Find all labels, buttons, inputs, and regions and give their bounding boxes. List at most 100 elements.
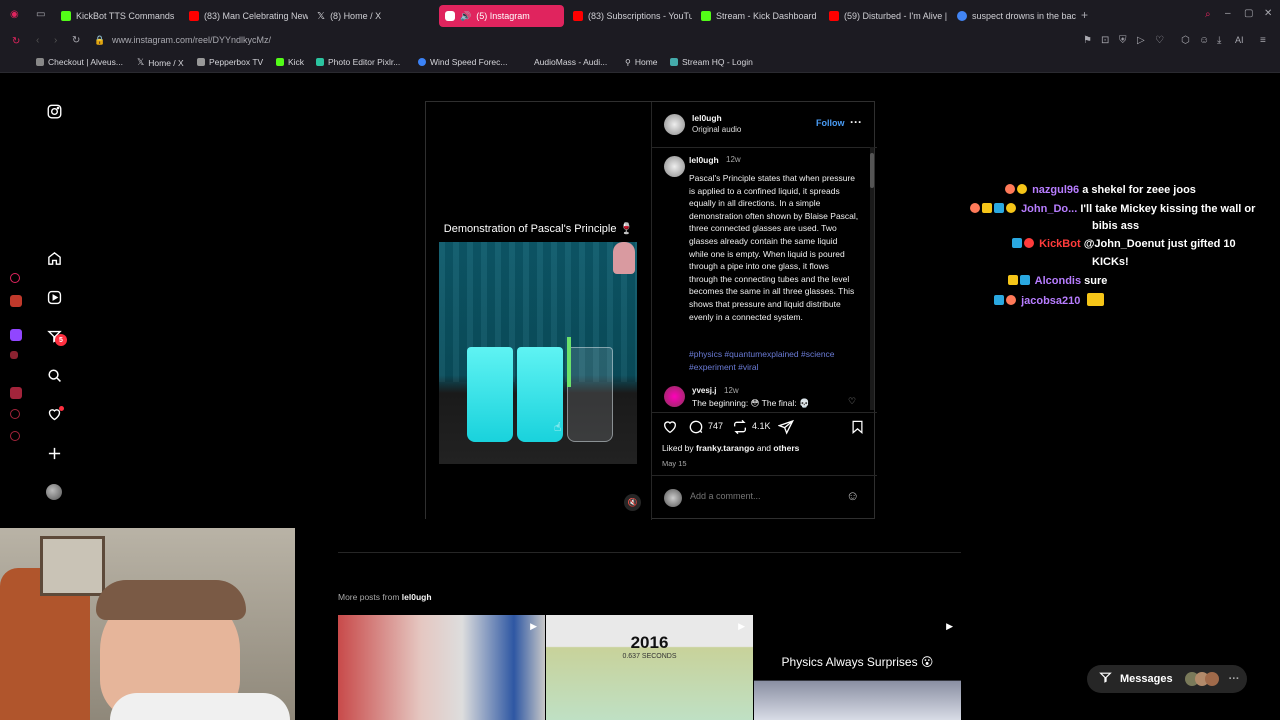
profile-avatar[interactable] xyxy=(44,482,64,502)
comments-scrollbar[interactable] xyxy=(870,147,874,410)
ai-icon[interactable]: AI xyxy=(1235,35,1244,45)
play-icon[interactable]: ▷ xyxy=(1137,35,1145,46)
profile-icon[interactable]: ☺ xyxy=(1199,35,1209,46)
bookmark-item[interactable]: 𝕏 Home / X xyxy=(137,57,184,68)
more-post-thumb-3[interactable]: Physics Always Surprises 😮 ▶ xyxy=(754,615,961,720)
comment-username[interactable]: yvesj.j xyxy=(692,386,716,395)
search-icon[interactable] xyxy=(44,365,64,385)
liked-by-user[interactable]: franky.tarango xyxy=(696,443,754,453)
save-bookmark-icon[interactable] xyxy=(850,419,865,440)
tab-youtube-disturbed[interactable]: (59) Disturbed - I'm Alive | xyxy=(823,5,948,27)
tab-kickbot[interactable]: KickBot TTS Commands xyxy=(55,5,180,27)
sidebar-app-icon[interactable] xyxy=(10,295,22,307)
repost-icon[interactable] xyxy=(732,419,748,440)
like-heart-icon[interactable] xyxy=(662,419,678,440)
shield-icon[interactable]: ⛨ xyxy=(1119,35,1127,46)
bookmark-item[interactable]: Photo Editor Pixlr... xyxy=(316,57,400,67)
search-icon[interactable]: ⌕ xyxy=(1205,9,1211,20)
liked-by-others[interactable]: others xyxy=(773,443,799,453)
avatar[interactable] xyxy=(664,386,685,407)
chat-username[interactable]: John_Do... xyxy=(1021,203,1077,215)
scrollbar-thumb[interactable] xyxy=(870,153,874,188)
tab-youtube-1[interactable]: (83) Man Celebrating New xyxy=(183,5,308,27)
chat-username[interactable]: jacobsa210 xyxy=(1021,295,1080,307)
opera-logo-icon[interactable]: ◉ xyxy=(10,9,19,20)
sidebar-app-icon[interactable] xyxy=(10,351,18,359)
tab-menu-icon[interactable]: ▭ xyxy=(36,9,45,20)
chat-username[interactable]: KickBot xyxy=(1039,238,1081,250)
messages-nav-icon[interactable]: 5 xyxy=(44,326,67,346)
follow-button[interactable]: Follow xyxy=(816,118,845,128)
tab-x-home[interactable]: 𝕏 (8) Home / X xyxy=(311,5,436,27)
chat-username[interactable]: nazgul96 xyxy=(1032,184,1079,196)
refresh-icon[interactable]: ↻ xyxy=(72,35,80,46)
chat-username[interactable]: Alcondis xyxy=(1035,275,1081,287)
home-icon[interactable] xyxy=(44,248,64,268)
post-hashtags[interactable]: #physics #quantumexplained #science #exp… xyxy=(689,348,859,373)
bookmark-item[interactable]: ⚲ Home xyxy=(625,57,658,67)
bookmark-item[interactable]: Wind Speed Forec... xyxy=(418,57,507,67)
comment-bubble-icon[interactable] xyxy=(688,419,704,440)
more-posts-user[interactable]: lel0ugh xyxy=(402,592,432,602)
share-icon[interactable] xyxy=(777,419,794,440)
more-options-icon[interactable]: ··· xyxy=(1229,673,1240,685)
more-options-icon[interactable]: ··· xyxy=(850,115,862,129)
bookmark-icon[interactable]: ⚑ xyxy=(1083,35,1092,46)
liked-by: Liked by franky.tarango and others xyxy=(662,443,799,453)
chat-badge-icon xyxy=(1005,184,1015,194)
notifications-heart-icon[interactable] xyxy=(44,404,64,424)
chat-badge-icon xyxy=(994,295,1004,305)
sidebar-settings-icon[interactable] xyxy=(10,431,20,441)
maximize-icon[interactable]: ▢ xyxy=(1244,8,1253,19)
tab-youtube-subscriptions[interactable]: (83) Subscriptions - YouTu xyxy=(567,5,692,27)
avatar[interactable] xyxy=(664,114,685,135)
avatar[interactable] xyxy=(664,156,685,177)
hand-shape xyxy=(613,242,635,274)
tab-kick-dashboard[interactable]: Stream - Kick Dashboard xyxy=(695,5,820,27)
download-icon[interactable]: ⤓ xyxy=(1217,35,1221,46)
bookmark-label: Stream HQ - Login xyxy=(682,57,753,67)
caption-username[interactable]: lel0ugh xyxy=(689,155,719,165)
post-audio[interactable]: Original audio xyxy=(692,125,741,134)
tab-instagram[interactable]: 🔊 (5) Instagram xyxy=(439,5,564,27)
bookmark-item[interactable]: AudioMass - Audi... xyxy=(534,57,607,67)
comment-like-icon[interactable]: ♡ xyxy=(848,396,856,407)
more-post-thumb-1[interactable]: ▶ xyxy=(338,615,545,720)
add-comment-input[interactable] xyxy=(690,491,840,501)
forward-icon[interactable]: › xyxy=(54,35,57,46)
sidebar-twitch-icon[interactable] xyxy=(10,329,22,341)
bookmark-item[interactable]: Kick xyxy=(276,57,304,67)
reload-icon[interactable]: ↻ xyxy=(12,36,20,47)
url-field[interactable]: www.instagram.com/reel/DYYndlkycMz/ xyxy=(112,35,271,45)
back-icon[interactable]: ‹ xyxy=(36,35,39,46)
bookmark-label: Pepperbox TV xyxy=(209,57,264,67)
sidebar-history-icon[interactable] xyxy=(10,409,20,419)
create-plus-icon[interactable] xyxy=(44,443,64,463)
bookmark-item[interactable]: Stream HQ - Login xyxy=(670,57,753,67)
new-tab-icon[interactable]: + xyxy=(1081,8,1088,22)
emoji-icon[interactable]: ☺ xyxy=(846,488,859,503)
snapshot-icon[interactable]: ⊡ xyxy=(1101,35,1109,46)
bookmark-item[interactable]: Pepperbox TV xyxy=(197,57,263,67)
heart-icon[interactable]: ♡ xyxy=(1155,35,1164,46)
more-post-thumb-2[interactable]: 2016 0.637 SECONDS ▶ xyxy=(546,615,753,720)
sidebar-app-icon[interactable] xyxy=(10,387,22,399)
mute-icon[interactable]: 🔇 xyxy=(624,494,641,511)
close-icon[interactable]: ✕ xyxy=(1264,8,1272,19)
chat-message: KickBot @John_Doenut just gifted 10 xyxy=(1012,238,1236,250)
sidebar-messenger-icon[interactable] xyxy=(10,273,20,283)
menu-icon[interactable]: ≡ xyxy=(1260,35,1266,46)
tab-google-search[interactable]: suspect drowns in the back xyxy=(951,5,1076,27)
messages-button[interactable]: Messages ··· xyxy=(1087,665,1247,693)
post-username[interactable]: lel0ugh xyxy=(692,113,722,123)
instagram-logo-icon[interactable] xyxy=(44,101,64,121)
reels-icon[interactable] xyxy=(44,287,64,307)
avatar xyxy=(46,484,62,500)
bookmarks-bar: Checkout | Alveus... 𝕏 Home / X Pepperbox… xyxy=(0,53,1280,73)
video-frame xyxy=(439,242,637,464)
minimize-icon[interactable]: – xyxy=(1225,8,1231,19)
hair-shape xyxy=(96,580,246,620)
extension-icon[interactable]: ⬡ xyxy=(1181,35,1190,46)
bookmark-item[interactable]: Checkout | Alveus... xyxy=(36,57,123,67)
reel-video[interactable]: Demonstration of Pascal's Principle 🍷 ☝ … xyxy=(426,102,651,520)
